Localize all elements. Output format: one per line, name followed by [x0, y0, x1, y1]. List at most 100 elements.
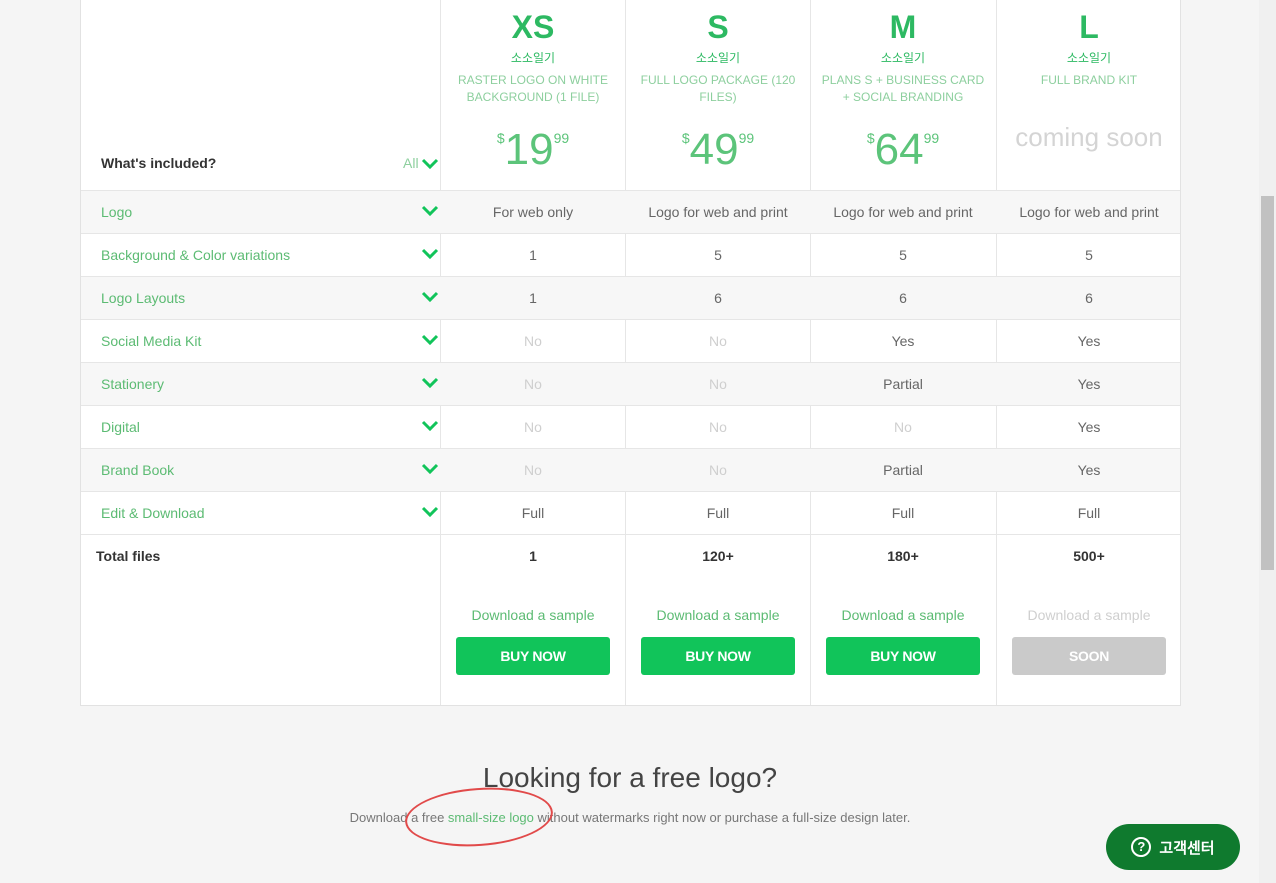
- feature-value: No: [709, 462, 727, 478]
- plan-brand-name: 소소일기: [510, 51, 556, 65]
- feature-label: Stationery: [101, 376, 165, 392]
- plan-brand-name: 소소일기: [880, 51, 926, 65]
- feature-value: Full: [891, 505, 915, 521]
- download-sample-link[interactable]: Download a sample: [811, 607, 995, 623]
- feature-label: Edit & Download: [101, 505, 205, 521]
- feature-value: No: [524, 419, 542, 435]
- plan-header-xs: XS 소소일기 RASTER LOGO ON WHITE BACKGROUND …: [441, 0, 625, 174]
- free-logo-text: Download a free small-size logo without …: [349, 810, 911, 825]
- plan-description: RASTER LOGO ON WHITE BACKGROUND (1 FILE): [457, 73, 608, 104]
- feature-value: Full: [1077, 505, 1101, 521]
- soon-button: SOON: [1012, 637, 1166, 675]
- question-icon: ?: [1131, 837, 1152, 857]
- feature-value: Logo for web and print: [1019, 204, 1159, 220]
- feature-value: 6: [899, 290, 907, 306]
- plan-brand-name: 소소일기: [1066, 51, 1112, 65]
- feature-value: 6: [1085, 290, 1093, 306]
- feature-value: No: [524, 376, 542, 392]
- feature-value: Logo for web and print: [648, 204, 788, 220]
- customer-service-label: 고객센터: [1159, 839, 1215, 857]
- chevron-down-icon[interactable]: [421, 204, 439, 218]
- feature-value: Yes: [891, 333, 915, 349]
- scrollbar-thumb[interactable]: [1261, 196, 1274, 570]
- download-sample-link[interactable]: Download a sample: [626, 607, 810, 623]
- total-files-value: 1: [529, 548, 537, 564]
- chevron-down-icon[interactable]: [421, 462, 439, 476]
- feature-label: Brand Book: [101, 462, 175, 478]
- feature-value: Yes: [1077, 462, 1101, 478]
- chevron-down-icon[interactable]: [421, 376, 439, 390]
- download-sample-link-disabled: Download a sample: [1027, 607, 1151, 623]
- feature-value: 6: [714, 290, 722, 306]
- feature-value: 1: [529, 247, 537, 263]
- chevron-down-icon[interactable]: [421, 247, 439, 261]
- expand-all-label[interactable]: All: [403, 155, 419, 171]
- plan-tier: XS: [511, 9, 555, 45]
- download-sample-link[interactable]: Download a sample: [441, 607, 625, 623]
- chevron-down-icon[interactable]: [421, 333, 439, 347]
- buy-now-button[interactable]: BUY NOW: [456, 637, 610, 675]
- plan-price: $1999: [496, 125, 570, 174]
- plan-header-m: M 소소일기 PLANS S + BUSINESS CARD + SOCIAL …: [811, 0, 995, 174]
- chevron-down-icon[interactable]: [421, 290, 439, 304]
- feature-row[interactable]: Stationery No No Partial Yes: [81, 362, 1180, 405]
- feature-value: Yes: [1077, 376, 1101, 392]
- feature-label: Logo Layouts: [101, 290, 186, 306]
- customer-service-button[interactable]: ? 고객센터: [1106, 824, 1240, 870]
- scrollbar[interactable]: [1259, 0, 1276, 883]
- plan-price: $4999: [681, 125, 755, 174]
- plan-description: PLANS S + BUSINESS CARD + SOCIAL BRANDIN…: [821, 73, 985, 104]
- feature-value: Full: [521, 505, 545, 521]
- feature-value: Full: [706, 505, 730, 521]
- chevron-down-icon[interactable]: [421, 157, 439, 171]
- feature-value: No: [709, 333, 727, 349]
- coming-soon-label: coming soon: [1015, 122, 1163, 152]
- total-files-label: Total files: [96, 548, 161, 564]
- total-files-value: 120+: [702, 548, 734, 564]
- feature-value: Yes: [1077, 333, 1101, 349]
- chevron-down-icon[interactable]: [421, 505, 439, 519]
- plan-brand-name: 소소일기: [695, 51, 741, 65]
- plan-description: FULL BRAND KIT: [1040, 73, 1138, 87]
- total-files-row: Total files 1 120+ 180+ 500+: [81, 534, 1180, 577]
- feature-row[interactable]: Brand Book No No Partial Yes: [81, 448, 1180, 491]
- free-logo-heading: Looking for a free logo?: [482, 762, 778, 793]
- whats-included-heading: What's included?: [101, 155, 217, 171]
- feature-row[interactable]: Background & Color variations 1 5 5 5: [81, 233, 1180, 276]
- feature-label: Background & Color variations: [101, 247, 291, 263]
- feature-label: Logo: [101, 204, 133, 220]
- buy-now-button[interactable]: BUY NOW: [826, 637, 980, 675]
- plan-description: FULL LOGO PACKAGE (120 FILES): [640, 73, 796, 104]
- buy-now-button[interactable]: BUY NOW: [641, 637, 795, 675]
- pricing-table: What's included? All XS 소소일기 RASTER LOGO…: [80, 0, 1181, 706]
- plan-tier: S: [707, 9, 729, 45]
- feature-value: No: [524, 333, 542, 349]
- feature-label: Social Media Kit: [101, 333, 202, 349]
- total-files-value: 500+: [1073, 548, 1105, 564]
- feature-row[interactable]: Logo For web only Logo for web and print…: [81, 190, 1180, 233]
- feature-row[interactable]: Social Media Kit No No Yes Yes: [81, 319, 1180, 362]
- plan-price: $6499: [866, 125, 940, 174]
- plan-header-l: L 소소일기 FULL BRAND KIT coming soon: [997, 0, 1181, 152]
- feature-row[interactable]: Digital No No No Yes: [81, 405, 1180, 448]
- feature-value: 1: [529, 290, 537, 306]
- feature-label: Digital: [101, 419, 140, 435]
- feature-row[interactable]: Logo Layouts 1 6 6 6: [81, 276, 1180, 319]
- feature-value: No: [524, 462, 542, 478]
- plan-header-s: S 소소일기 FULL LOGO PACKAGE (120 FILES) $49…: [626, 0, 810, 174]
- feature-value: Yes: [1077, 419, 1101, 435]
- feature-value: 5: [899, 247, 907, 263]
- feature-value: No: [709, 419, 727, 435]
- plan-tier: L: [1079, 9, 1099, 45]
- feature-value: Partial: [883, 376, 923, 392]
- feature-value: Logo for web and print: [833, 204, 973, 220]
- feature-value: No: [894, 419, 912, 435]
- total-files-value: 180+: [887, 548, 919, 564]
- feature-value: For web only: [492, 204, 574, 220]
- feature-value: 5: [714, 247, 722, 263]
- feature-value: No: [709, 376, 727, 392]
- feature-value: Partial: [883, 462, 923, 478]
- feature-row[interactable]: Edit & Download Full Full Full Full: [81, 491, 1180, 534]
- chevron-down-icon[interactable]: [421, 419, 439, 433]
- plan-tier: M: [889, 9, 917, 45]
